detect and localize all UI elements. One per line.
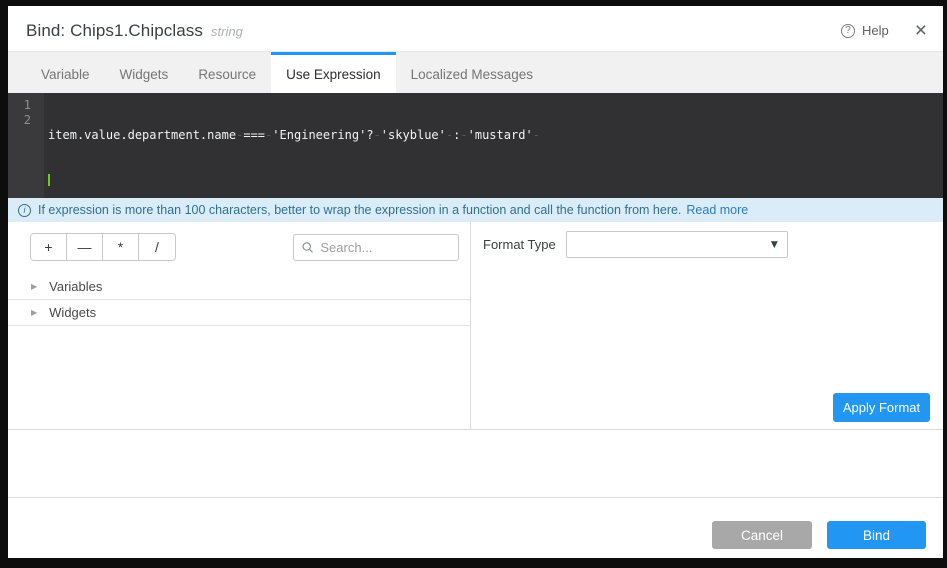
expand-arrow-icon[interactable]: ▶: [31, 308, 37, 317]
tab-localized-messages[interactable]: Localized Messages: [396, 52, 548, 93]
line-number-gutter: 1 2: [8, 93, 44, 198]
tab-bar: Variable Widgets Resource Use Expression…: [8, 51, 943, 93]
apply-format-button[interactable]: Apply Format: [833, 393, 930, 422]
read-more-link[interactable]: Read more: [686, 203, 748, 217]
code-line-2[interactable]: [48, 173, 943, 188]
modal-backdrop: Bind: Chips1.Chipclass string ? Help × V…: [0, 0, 947, 568]
expression-hint-bar: i If expression is more than 100 charact…: [8, 198, 943, 222]
plus-operator-button[interactable]: +: [31, 234, 67, 260]
format-type-dropdown[interactable]: ▼: [566, 231, 788, 258]
bind-dialog: Bind: Chips1.Chipclass string ? Help × V…: [8, 6, 943, 558]
expand-arrow-icon[interactable]: ▶: [31, 282, 37, 291]
bind-sources-tree: ▶ Variables ▶ Widgets: [8, 274, 470, 326]
multiply-operator-button[interactable]: *: [103, 234, 139, 260]
operator-button-group: + — * /: [30, 233, 176, 261]
bind-button[interactable]: Bind: [827, 521, 926, 549]
tree-item-widgets[interactable]: ▶ Widgets: [8, 300, 470, 326]
tree-item-variables[interactable]: ▶ Variables: [8, 274, 470, 300]
help-button[interactable]: ? Help: [841, 23, 889, 38]
operator-toolbar: + — * /: [8, 222, 470, 261]
cancel-button[interactable]: Cancel: [712, 521, 812, 549]
search-field[interactable]: [293, 234, 459, 261]
editor-cursor: [48, 174, 50, 186]
expression-sources-panel: + — * / ▶: [8, 222, 471, 429]
header-actions: ? Help ×: [841, 20, 927, 41]
dialog-header: Bind: Chips1.Chipclass string ? Help ×: [8, 6, 943, 51]
line-number: 1: [8, 98, 31, 113]
tab-resource[interactable]: Resource: [183, 52, 271, 93]
search-icon: [302, 241, 313, 254]
help-label: Help: [862, 23, 889, 38]
divide-operator-button[interactable]: /: [139, 234, 175, 260]
format-type-label: Format Type: [483, 237, 556, 252]
dropdown-arrow-icon: ▼: [771, 240, 778, 250]
tree-item-label: Widgets: [49, 305, 96, 320]
tab-use-expression[interactable]: Use Expression: [271, 52, 396, 93]
preview-area: [8, 430, 943, 497]
expression-code-editor[interactable]: 1 2 item.value.department.name-===-'Engi…: [8, 93, 943, 198]
close-icon[interactable]: ×: [915, 20, 927, 41]
info-icon: i: [18, 204, 31, 217]
code-line-1[interactable]: item.value.department.name-===-'Engineer…: [48, 128, 943, 143]
format-type-row: Format Type ▼: [471, 222, 943, 258]
bound-type-label: string: [211, 24, 243, 39]
line-number: 2: [8, 113, 31, 128]
hint-text: If expression is more than 100 character…: [38, 203, 681, 217]
code-area[interactable]: item.value.department.name-===-'Engineer…: [44, 93, 943, 198]
dialog-title: Bind: Chips1.Chipclass: [26, 21, 203, 41]
format-panel: Format Type ▼ Apply Format: [471, 222, 943, 429]
tab-variable[interactable]: Variable: [26, 52, 105, 93]
minus-operator-button[interactable]: —: [67, 234, 103, 260]
tab-widgets[interactable]: Widgets: [105, 52, 184, 93]
tree-item-label: Variables: [49, 279, 102, 294]
search-input[interactable]: [320, 240, 450, 255]
dialog-footer: Cancel Bind: [8, 497, 943, 558]
help-icon: ?: [841, 24, 855, 38]
content-area: + — * / ▶: [8, 222, 943, 430]
